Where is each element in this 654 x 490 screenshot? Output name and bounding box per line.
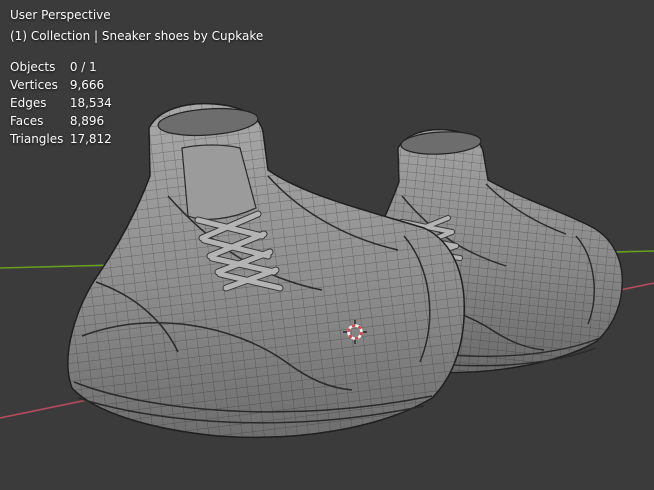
blender-3d-viewport[interactable]: User Perspective (1) Collection | Sneake…	[0, 0, 654, 490]
viewport-scene[interactable]	[0, 0, 654, 490]
